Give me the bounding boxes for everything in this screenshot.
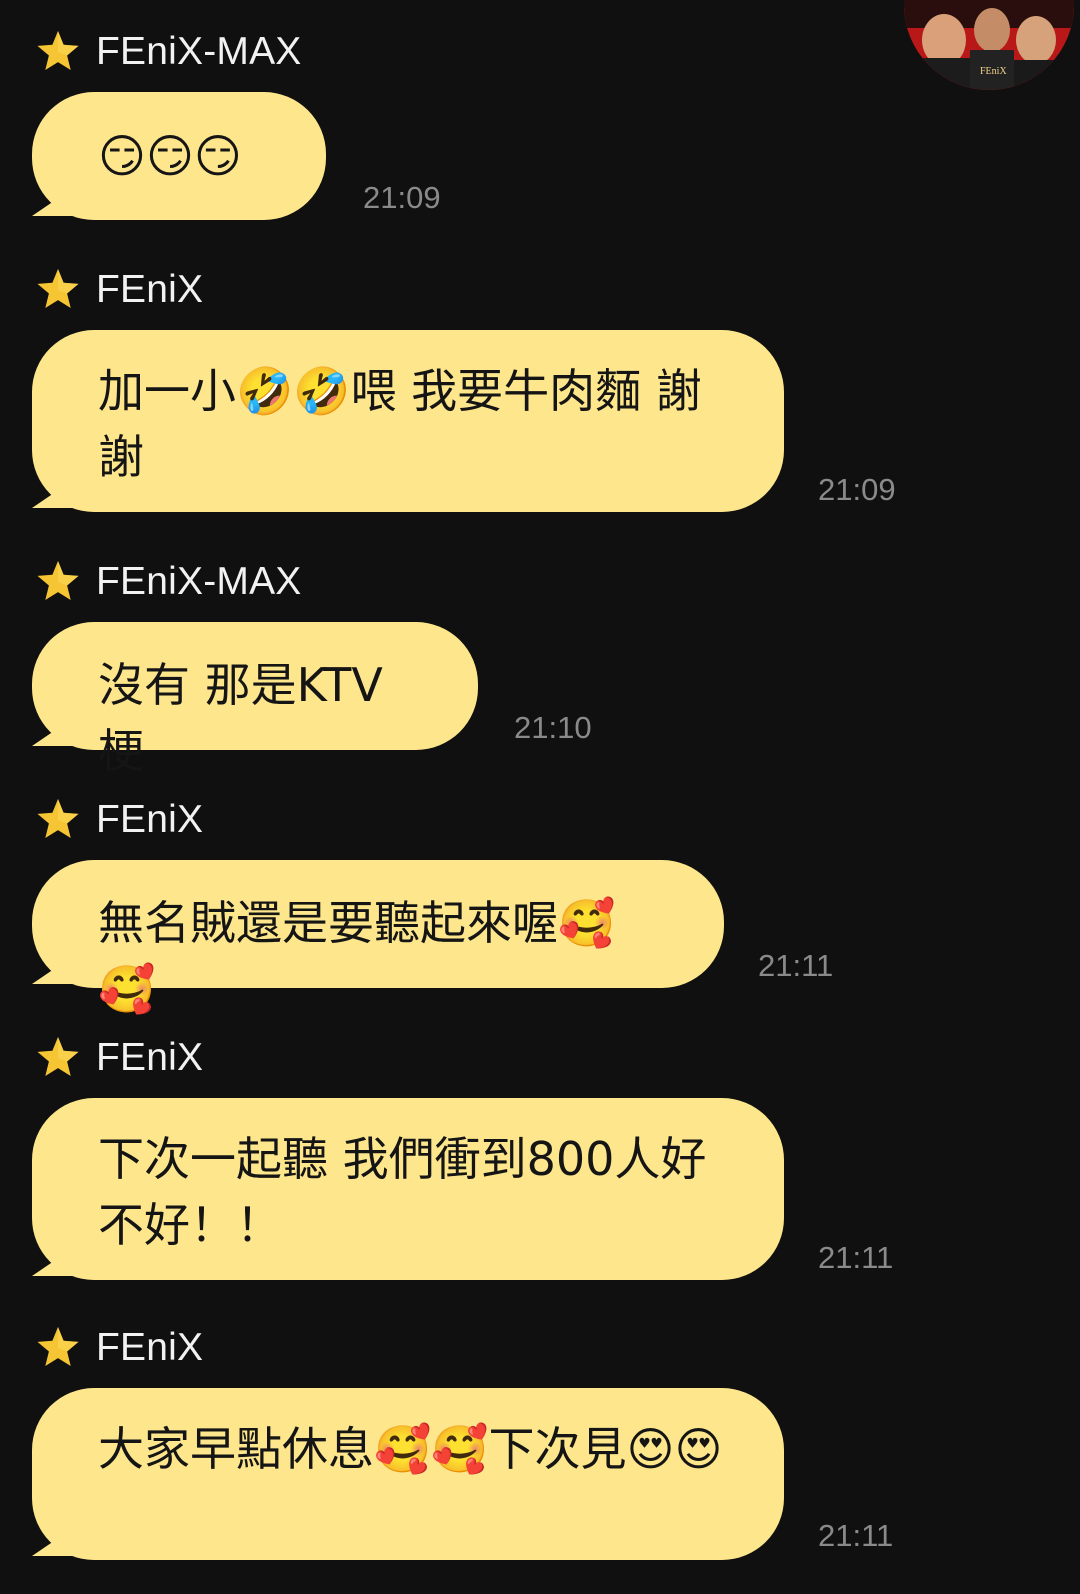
avatar-logo-text: FEniX (980, 66, 1007, 77)
star-icon (34, 1324, 82, 1372)
message-text: 😏😏😏 (32, 92, 326, 220)
message-bubble[interactable]: 沒有 那是KTV梗 (32, 622, 478, 778)
message-text: 加一小🤣🤣喂 我要牛肉麵 謝謝 (32, 330, 784, 512)
star-icon (34, 28, 82, 76)
message-text: 無名賊還是要聽起來喔🥰🥰 (32, 860, 724, 1016)
message-timestamp: 21:11 (758, 948, 834, 983)
sender-row: FEniX-MAX (34, 556, 302, 608)
chat-thread: FEniX FEniX-MAX 😏😏😏 21:09 FEniX 加一小🤣🤣喂 我… (0, 0, 1080, 1594)
group-avatar[interactable]: FEniX (904, 0, 1074, 90)
message-timestamp: 21:10 (514, 710, 592, 745)
sender-name: FEniX-MAX (96, 30, 302, 73)
message-text: 下次一起聽 我們衝到800人好不好！！ (32, 1098, 784, 1280)
message-bubble[interactable]: 無名賊還是要聽起來喔🥰🥰 (32, 860, 724, 1016)
message-timestamp: 21:09 (818, 472, 896, 507)
message-text: 沒有 那是KTV梗 (32, 622, 478, 778)
sender-row: FEniX (34, 1322, 203, 1374)
sender-name: FEniX-MAX (96, 560, 302, 603)
star-icon (34, 266, 82, 314)
sender-name: FEniX (96, 1326, 204, 1369)
sender-row: FEniX (34, 264, 203, 316)
sender-row: FEniX (34, 794, 203, 846)
sender-name: FEniX (96, 268, 204, 311)
message-bubble[interactable]: 加一小🤣🤣喂 我要牛肉麵 謝謝 (32, 330, 784, 512)
message-timestamp: 21:11 (818, 1240, 894, 1275)
sender-name: FEniX (96, 798, 204, 841)
message-timestamp: 21:09 (363, 180, 441, 215)
sender-row: FEniX-MAX (34, 26, 302, 78)
sender-name: FEniX (96, 1036, 204, 1079)
star-icon (34, 796, 82, 844)
message-bubble[interactable]: 😏😏😏 (32, 92, 326, 220)
star-icon (34, 558, 82, 606)
message-bubble[interactable]: 下次一起聽 我們衝到800人好不好！！ (32, 1098, 784, 1280)
avatar-photo: FEniX (904, 0, 1074, 90)
message-text: 大家早點休息🥰🥰下次見😍😍 (32, 1388, 784, 1560)
sender-row: FEniX (34, 1032, 203, 1084)
message-timestamp: 21:11 (818, 1518, 894, 1553)
message-bubble[interactable]: 大家早點休息🥰🥰下次見😍😍 (32, 1388, 784, 1560)
star-icon (34, 1034, 82, 1082)
